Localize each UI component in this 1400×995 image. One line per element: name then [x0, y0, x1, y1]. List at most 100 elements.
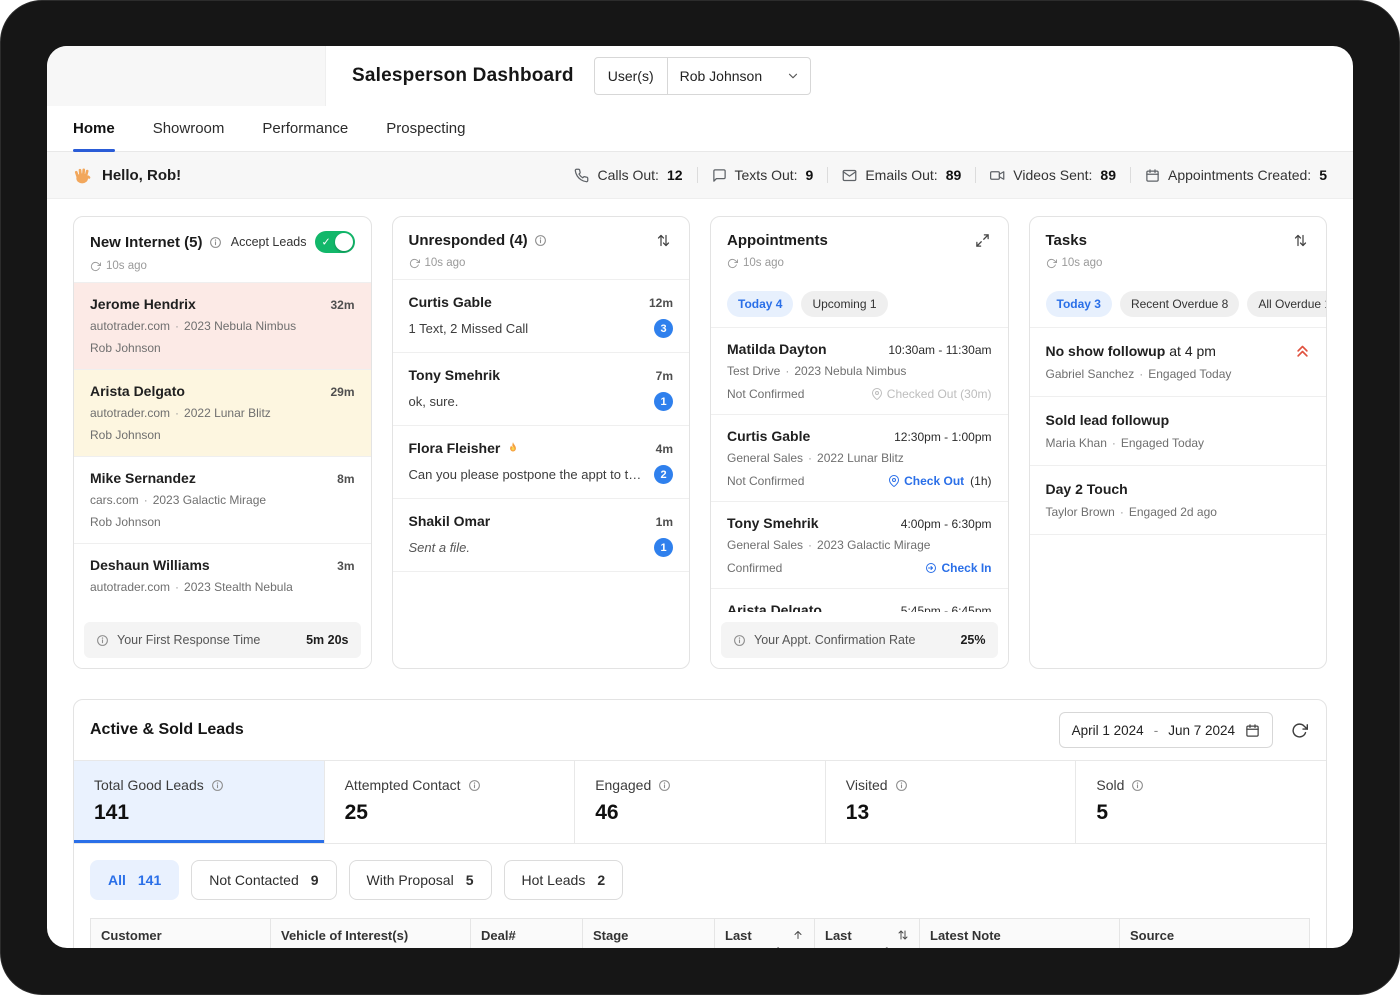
task-meta: Gabriel SanchezEngaged Today	[1046, 367, 1311, 381]
info-icon[interactable]	[895, 779, 908, 792]
leads-table-header: Customer Vehicle of Interest(s) Deal# St…	[90, 918, 1310, 948]
contact-name: Shakil Omar	[409, 513, 491, 529]
new-internet-header: New Internet (5) Accept Leads 10s ago	[74, 217, 371, 283]
stat-label: Texts Out:	[735, 167, 798, 183]
tasks-title: Tasks	[1046, 232, 1087, 249]
appointment-detail: General Sales2022 Lunar Blitz	[727, 451, 992, 465]
column-last-contacted[interactable]: Last Contacted	[815, 919, 920, 948]
check-out-link[interactable]: Check Out (1h)	[888, 474, 991, 488]
info-icon[interactable]	[733, 634, 746, 647]
sort-button[interactable]	[1291, 231, 1310, 250]
stat-label: Calls Out:	[597, 167, 658, 183]
filter-pill-recent-overdue[interactable]: Recent Overdue 8	[1120, 291, 1239, 317]
unresponded-title: Unresponded (4)	[409, 232, 528, 249]
user-select[interactable]: User(s) Rob Johnson	[594, 57, 811, 95]
video-icon	[990, 168, 1005, 183]
column-vehicle[interactable]: Vehicle of Interest(s)	[271, 919, 471, 948]
metric-value: 46	[595, 801, 805, 825]
column-last-engaged[interactable]: Last Engaged	[715, 919, 815, 948]
filter-hot-leads[interactable]: Hot Leads2	[504, 860, 624, 900]
lead-source: autotrader.com2023 Nebula Nimbus	[90, 319, 355, 333]
filter-pill-all-overdue[interactable]: All Overdue 18	[1247, 291, 1326, 317]
info-icon[interactable]	[468, 779, 481, 792]
date-range-picker[interactable]: April 1 2024 - Jun 7 2024	[1059, 712, 1273, 748]
filter-pill-today[interactable]: Today 3	[1046, 291, 1112, 317]
lead-owner: Rob Johnson	[90, 515, 355, 530]
list-item[interactable]: Mike Sernandez 8m cars.com2023 Galactic …	[74, 457, 371, 544]
filter-all[interactable]: All141	[90, 860, 179, 900]
accept-leads-label: Accept Leads	[231, 235, 307, 249]
metric-sold[interactable]: Sold 5	[1076, 761, 1326, 843]
list-item[interactable]: Sold lead followup Maria KhanEngaged Tod…	[1030, 397, 1327, 466]
tab-prospecting[interactable]: Prospecting	[386, 106, 465, 151]
metric-engaged[interactable]: Engaged 46	[575, 761, 826, 843]
info-icon[interactable]	[96, 634, 109, 647]
message-age: 1m	[656, 515, 673, 529]
expand-button[interactable]	[973, 231, 992, 250]
info-icon[interactable]	[209, 236, 222, 249]
calendar-icon	[1145, 168, 1160, 183]
lead-name: Mike Sernandez	[90, 470, 196, 486]
info-icon[interactable]	[534, 234, 547, 247]
list-item[interactable]: Curtis Gable 12:30pm - 1:00pm General Sa…	[711, 414, 1008, 501]
refresh-button[interactable]	[1289, 720, 1310, 741]
task-title: Sold lead followup	[1046, 412, 1174, 428]
tab-performance[interactable]: Performance	[262, 106, 348, 151]
metric-visited[interactable]: Visited 13	[826, 761, 1077, 843]
task-meta: Maria KhanEngaged Today	[1046, 436, 1311, 450]
sort-button[interactable]	[654, 231, 673, 250]
lead-age: 29m	[330, 385, 354, 399]
list-item[interactable]: Shakil Omar 1m Sent a file. 1	[393, 499, 690, 572]
filter-pill-upcoming[interactable]: Upcoming 1	[801, 291, 887, 317]
wave-hand-icon	[73, 165, 93, 185]
list-item[interactable]: Jerome Hendrix 32m autotrader.com2023 Ne…	[74, 283, 371, 370]
filter-not-contacted[interactable]: Not Contacted9	[191, 860, 336, 900]
filter-with-proposal[interactable]: With Proposal5	[349, 860, 492, 900]
lead-age: 8m	[337, 472, 354, 486]
tab-showroom[interactable]: Showroom	[153, 106, 225, 151]
check-in-link[interactable]: Check In	[925, 561, 991, 575]
list-item[interactable]: Tony Smehrik 7m ok, sure. 1	[393, 353, 690, 426]
filter-pill-today[interactable]: Today 4	[727, 291, 793, 317]
calendar-icon	[1245, 723, 1260, 738]
list-item[interactable]: Curtis Gable 12m 1 Text, 2 Missed Call 3	[393, 280, 690, 353]
metric-total-good-leads[interactable]: Total Good Leads 141	[74, 761, 325, 843]
metric-value: 25	[345, 801, 555, 825]
info-icon[interactable]	[658, 779, 671, 792]
column-stage[interactable]: Stage	[583, 919, 715, 948]
stat-appointments-created: Appointments Created: 5	[1130, 167, 1327, 183]
list-item[interactable]: Day 2 Touch Taylor BrownEngaged 2d ago	[1030, 466, 1327, 535]
list-item[interactable]: Arista Delgato 29m autotrader.com2022 Lu…	[74, 370, 371, 457]
info-icon[interactable]	[1131, 779, 1144, 792]
list-item[interactable]: Flora Fleisher 4m Can you please postpon…	[393, 426, 690, 499]
footer-value: 5m 20s	[306, 633, 348, 647]
leads-header: Active & Sold Leads April 1 2024 - Jun 7…	[74, 700, 1326, 760]
column-deal[interactable]: Deal#	[471, 919, 583, 948]
appointment-name: Matilda Dayton	[727, 341, 827, 357]
footer-label: Your Appt. Confirmation Rate	[754, 633, 915, 647]
sort-asc-icon	[792, 929, 804, 941]
appointment-time: 12:30pm - 1:00pm	[894, 430, 991, 444]
list-item[interactable]: Tony Smehrik 4:00pm - 6:30pm General Sal…	[711, 501, 1008, 588]
appointment-time: 10:30am - 11:30am	[888, 343, 991, 357]
column-source[interactable]: Source	[1120, 919, 1309, 948]
accept-leads-toggle[interactable]	[315, 231, 355, 253]
stat-value: 89	[1100, 167, 1116, 183]
appointment-name: Tony Smehrik	[727, 515, 819, 531]
column-customer[interactable]: Customer	[91, 919, 271, 948]
tab-home[interactable]: Home	[73, 106, 115, 151]
app-window: Salesperson Dashboard User(s) Rob Johnso…	[47, 46, 1353, 948]
column-latest-note[interactable]: Latest Note	[920, 919, 1120, 948]
lead-source: autotrader.com2022 Lunar Blitz	[90, 406, 355, 420]
tasks-filters: Today 3 Recent Overdue 8 All Overdue 18	[1030, 279, 1327, 327]
stat-value: 9	[806, 167, 814, 183]
list-item[interactable]: No show followupat 4 pm Gabriel SanchezE…	[1030, 327, 1327, 397]
stat-videos-sent: Videos Sent: 89	[975, 167, 1130, 183]
text-icon	[712, 168, 727, 183]
unresponded-card: Unresponded (4) 10s ago Curtis Gable	[392, 216, 691, 669]
date-end: Jun 7 2024	[1168, 723, 1235, 738]
info-icon[interactable]	[211, 779, 224, 792]
metric-attempted-contact[interactable]: Attempted Contact 25	[325, 761, 576, 843]
lead-source: autotrader.com2023 Stealth Nebula	[90, 580, 355, 594]
list-item[interactable]: Matilda Dayton 10:30am - 11:30am Test Dr…	[711, 327, 1008, 414]
